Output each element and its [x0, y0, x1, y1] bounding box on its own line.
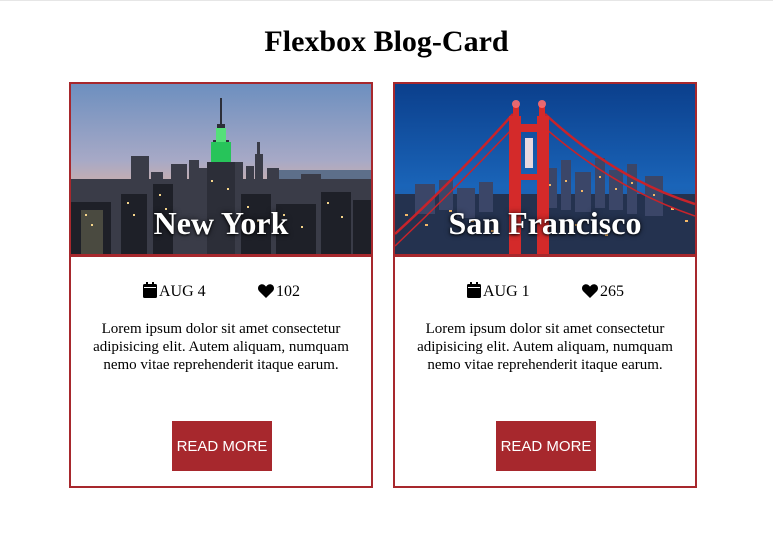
- card-city-title: New York: [153, 205, 289, 241]
- card-date-text: AUG 4: [159, 283, 206, 300]
- card-city-title: San Francisco: [448, 205, 642, 241]
- card-date-text: AUG 1: [483, 283, 530, 300]
- heart-icon: [258, 284, 274, 298]
- card-likes: 102: [258, 282, 300, 302]
- blog-card: New York AUG 4 102 Lorem ipsum dolor sit…: [69, 82, 373, 488]
- heart-icon: [582, 284, 598, 298]
- card-likes: 265: [582, 282, 624, 302]
- card-date: AUG 4: [143, 282, 206, 302]
- card-meta: AUG 1 265: [395, 282, 695, 302]
- card-description: Lorem ipsum dolor sit amet consectetur a…: [417, 321, 673, 373]
- card-meta: AUG 4 102: [71, 282, 371, 302]
- card-date: AUG 1: [467, 282, 530, 302]
- read-more-button[interactable]: READ MORE: [172, 421, 272, 471]
- blog-card: San Francisco AUG 1 265 Lorem ipsum dolo…: [393, 82, 697, 488]
- card-image: San Francisco: [395, 84, 695, 257]
- card-image: New York: [71, 84, 371, 257]
- calendar-icon: [467, 282, 481, 298]
- calendar-icon: [143, 282, 157, 298]
- card-likes-count: 102: [276, 283, 300, 300]
- card-description: Lorem ipsum dolor sit amet consectetur a…: [93, 321, 349, 373]
- read-more-button[interactable]: READ MORE: [496, 421, 596, 471]
- read-more-label: READ MORE: [176, 437, 268, 455]
- read-more-label: READ MORE: [500, 437, 592, 455]
- page-title: Flexbox Blog-Card: [264, 25, 509, 58]
- card-likes-count: 265: [600, 283, 624, 300]
- top-divider: [0, 0, 773, 1]
